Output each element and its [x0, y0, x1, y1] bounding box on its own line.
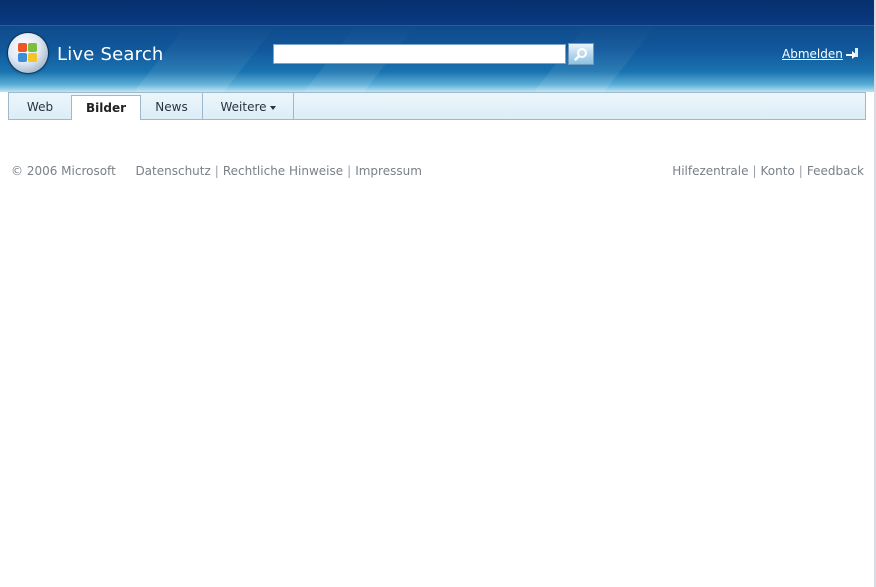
page: Live Search Abmelden Web Bilder News Wei…: [0, 0, 876, 587]
footer-link-impressum[interactable]: Impressum: [355, 164, 422, 178]
tab-bilder[interactable]: Bilder: [71, 95, 141, 120]
copyright: © 2006 Microsoft: [11, 164, 116, 178]
windows-logo-icon[interactable]: [8, 33, 48, 73]
footer-separator: |: [798, 164, 803, 178]
footer-link-feedback[interactable]: Feedback: [807, 164, 864, 178]
footer-right: Hilfezentrale | Konto | Feedback: [672, 164, 864, 178]
search-input[interactable]: [273, 44, 566, 64]
footer-left: © 2006 Microsoft Datenschutz | Rechtliche …: [11, 164, 422, 178]
tab-news[interactable]: News: [141, 93, 203, 120]
footer-link-konto[interactable]: Konto: [761, 164, 795, 178]
brand-title[interactable]: Live Search: [57, 44, 164, 65]
chevron-down-icon: [269, 105, 276, 110]
vertical-tabs: Web Bilder News Weitere: [8, 92, 866, 120]
footer-link-datenschutz[interactable]: Datenschutz: [135, 164, 210, 178]
header-banner: Live Search Abmelden: [0, 0, 876, 92]
search-icon: [574, 48, 587, 61]
footer-link-hilfezentrale[interactable]: Hilfezentrale: [672, 164, 748, 178]
footer-separator: |: [752, 164, 757, 178]
footer-separator: |: [347, 164, 352, 178]
search-button[interactable]: [568, 43, 594, 65]
tab-more[interactable]: Weitere: [203, 93, 294, 120]
tab-more-label: Weitere: [220, 99, 267, 114]
tab-web[interactable]: Web: [9, 93, 71, 120]
footer-link-rechtliche-hinweise[interactable]: Rechtliche Hinweise: [223, 164, 343, 178]
footer-separator: |: [214, 164, 219, 178]
signout-link[interactable]: Abmelden: [782, 47, 843, 61]
signout-icon[interactable]: [844, 46, 860, 62]
header-topbar: [0, 0, 876, 26]
